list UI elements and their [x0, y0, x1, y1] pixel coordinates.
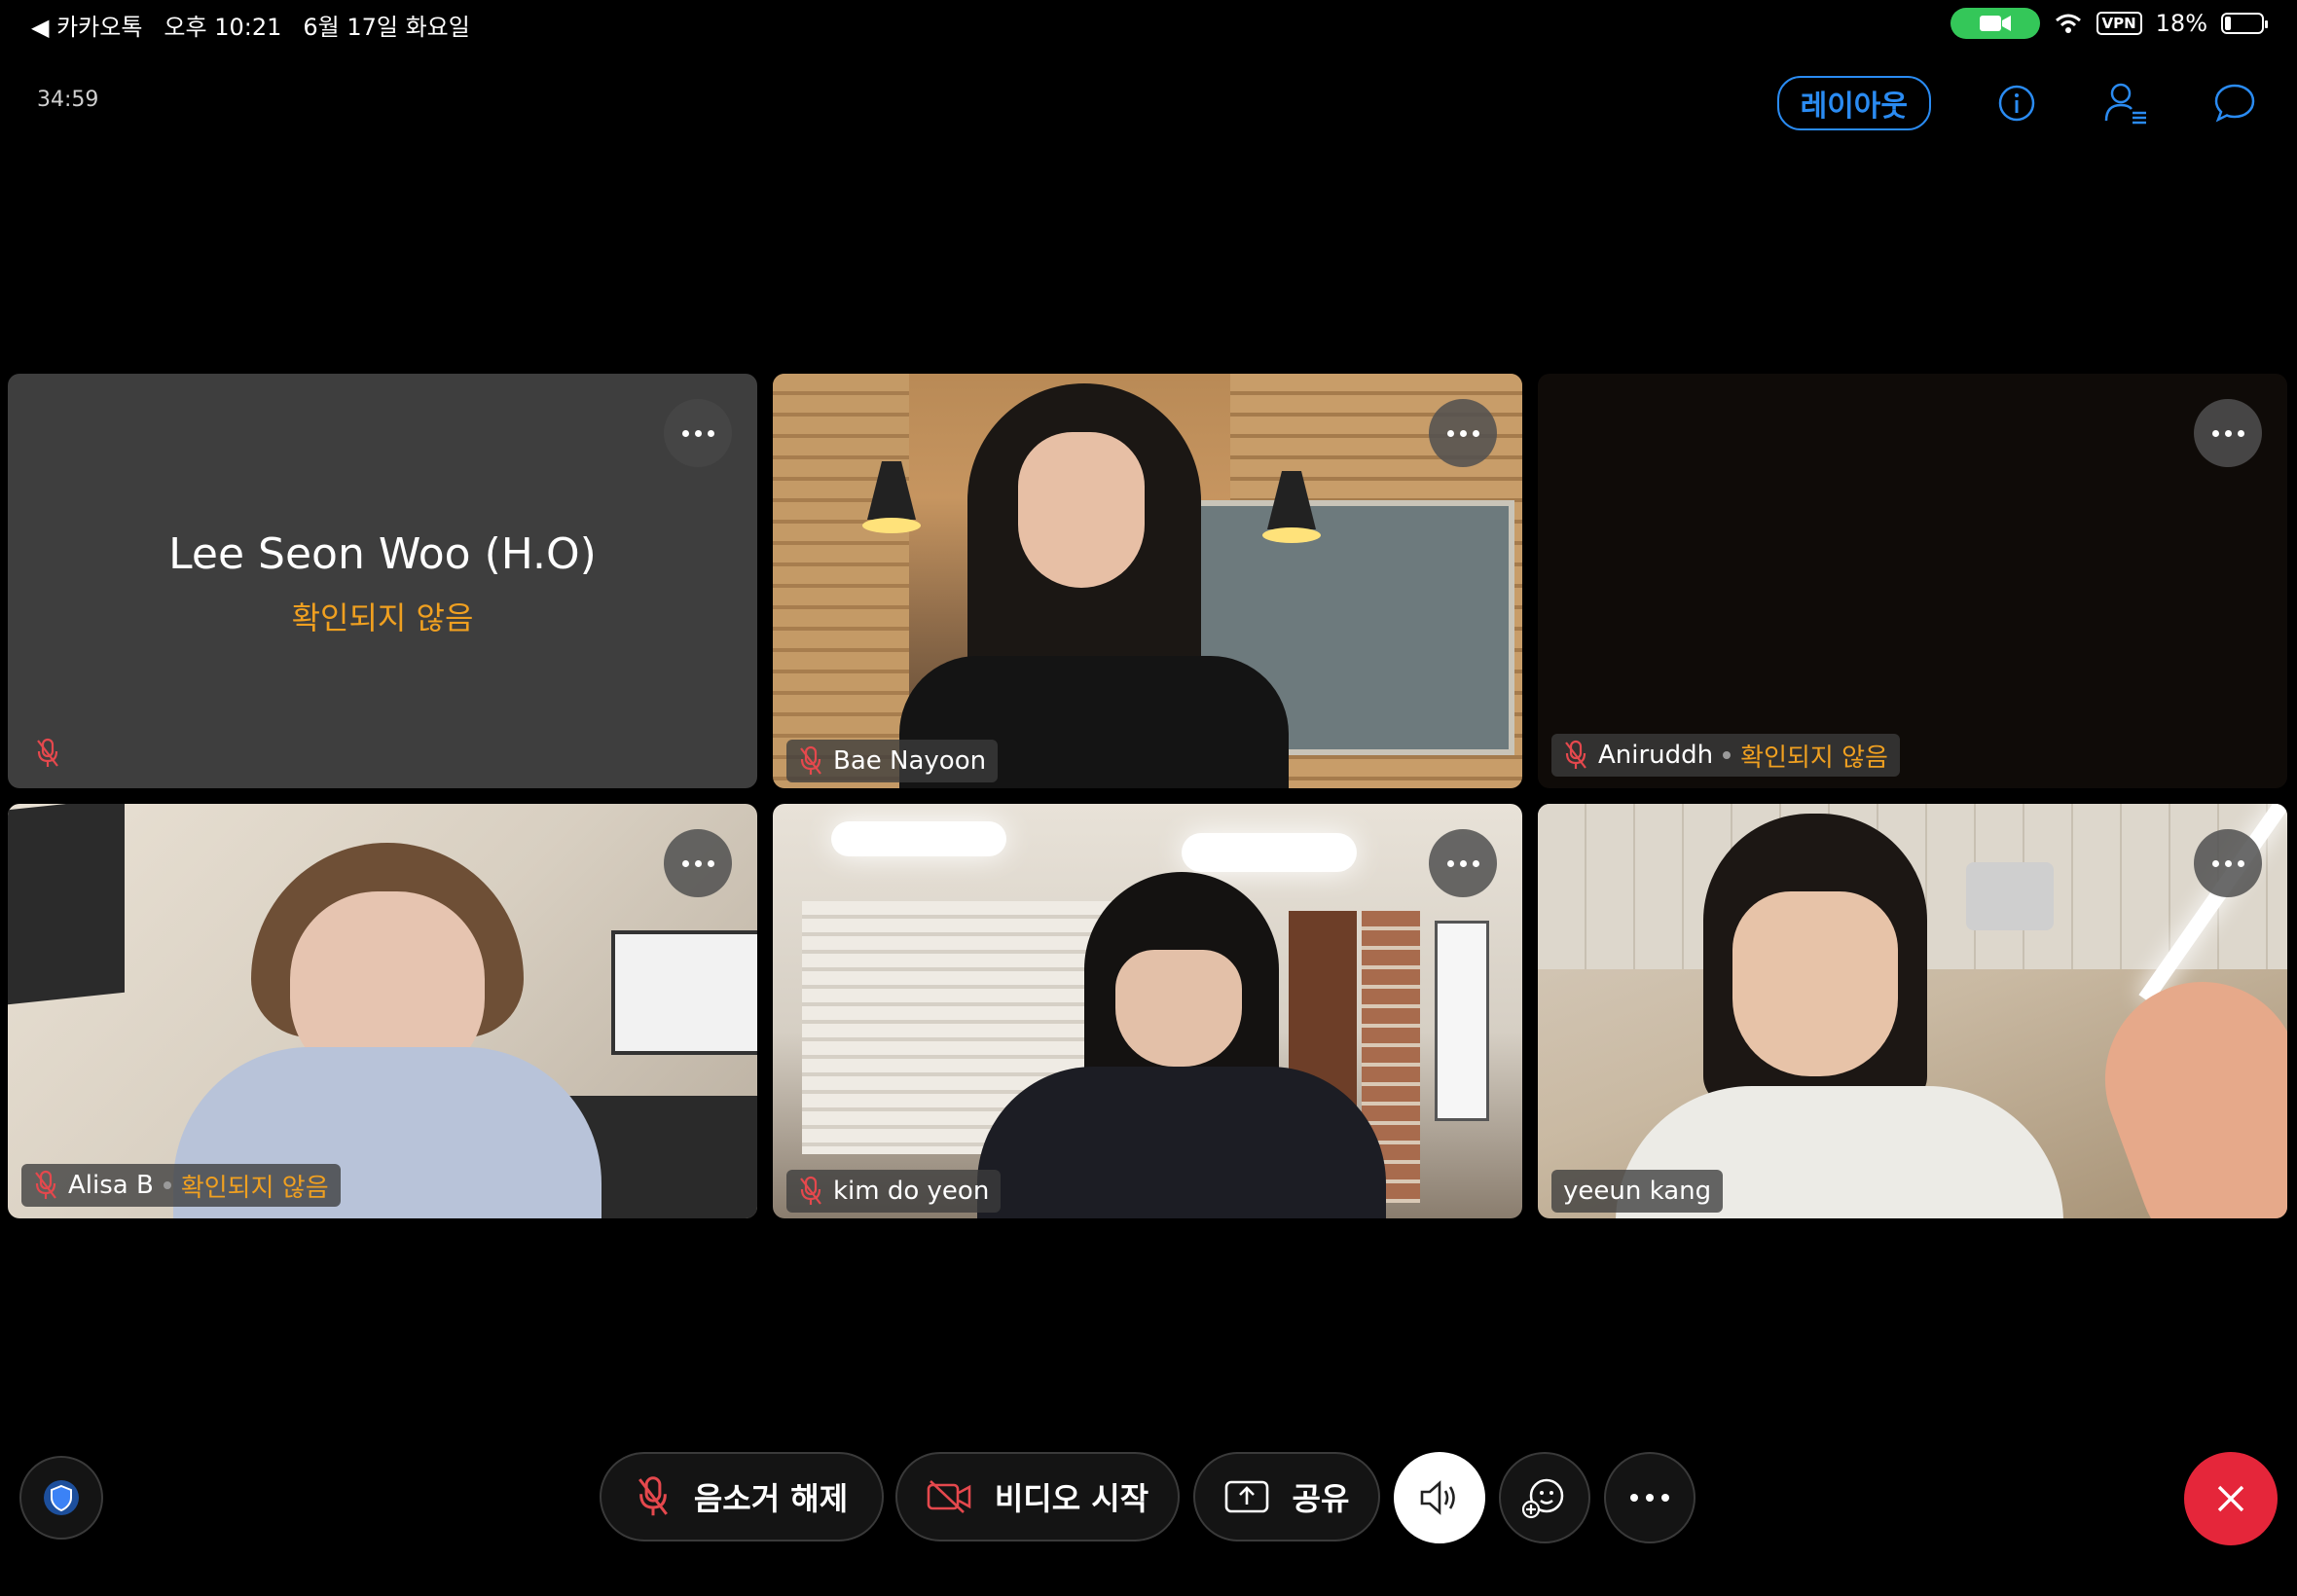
shield-icon	[44, 1480, 79, 1515]
info-button[interactable]	[1993, 80, 2040, 127]
tile-more-button[interactable]	[664, 829, 732, 897]
speaker-icon	[1420, 1480, 1455, 1515]
participant-tile[interactable]: Lee Seon Woo (H.O) 확인되지 않음	[8, 374, 757, 788]
status-date: 6월 17일 화요일	[303, 14, 470, 41]
status-time: 오후 10:21	[164, 14, 282, 41]
mic-off-icon	[1565, 740, 1586, 769]
participant-tile[interactable]: yeeun kang	[1538, 804, 2287, 1218]
battery-icon	[2221, 13, 2268, 34]
security-button[interactable]	[19, 1456, 103, 1540]
participant-name: yeeun kang	[1563, 1177, 1712, 1206]
share-label: 공유	[1292, 1480, 1350, 1517]
battery-percent: 18%	[2155, 10, 2207, 37]
participant-name: Bae Nayoon	[833, 746, 987, 776]
tile-more-button[interactable]	[664, 399, 732, 467]
video-off-icon	[927, 1480, 971, 1513]
participant-name-tag: yeeun kang	[1551, 1170, 1724, 1213]
reactions-button[interactable]	[1499, 1452, 1590, 1543]
camera-in-use-indicator[interactable]	[1950, 8, 2040, 39]
video-feed	[1538, 804, 2287, 1218]
participant-name-large: Lee Seon Woo (H.O)	[168, 529, 597, 579]
more-icon	[2211, 859, 2244, 867]
wifi-icon	[2055, 14, 2081, 33]
unmute-button[interactable]: 음소거 해제	[600, 1452, 884, 1542]
share-button[interactable]: 공유	[1193, 1452, 1380, 1542]
video-feed	[773, 374, 1522, 788]
end-call-button[interactable]	[2184, 1452, 2278, 1545]
info-icon	[1998, 85, 2035, 122]
participant-name: kim do yeon	[833, 1177, 990, 1206]
mic-off-icon	[800, 1176, 821, 1205]
tile-more-button[interactable]	[2194, 399, 2262, 467]
participant-tile[interactable]: kim do yeon	[773, 804, 1522, 1218]
participant-name: Alisa B	[68, 1171, 154, 1200]
mic-off-icon	[800, 745, 821, 775]
separator-dot	[163, 1181, 171, 1189]
participant-name-tag: Bae Nayoon	[786, 740, 999, 782]
vpn-indicator: VPN	[2096, 12, 2142, 35]
participant-name: Aniruddh	[1598, 741, 1714, 770]
tile-more-button[interactable]	[2194, 829, 2262, 897]
header-actions: 레이아웃	[1776, 76, 2258, 130]
more-icon	[681, 429, 714, 437]
more-icon	[1446, 429, 1479, 437]
verification-status: 확인되지 않음	[180, 1173, 329, 1203]
verification-status: 확인되지 않음	[291, 599, 474, 636]
video-feed	[8, 804, 757, 1218]
separator-dot	[1723, 751, 1732, 759]
start-video-button[interactable]: 비디오 시작	[895, 1452, 1180, 1542]
unmute-label: 음소거 해제	[693, 1480, 849, 1517]
video-feed	[773, 804, 1522, 1218]
mic-off-icon	[35, 1170, 56, 1199]
start-video-label: 비디오 시작	[994, 1480, 1149, 1517]
speaker-button[interactable]	[1394, 1452, 1485, 1543]
participant-tile[interactable]: Bae Nayoon	[773, 374, 1522, 788]
more-options-button[interactable]	[1604, 1452, 1695, 1543]
more-icon	[681, 859, 714, 867]
status-bar: ◀ 카카오톡 오후 10:21 6월 17일 화요일 VPN 18%	[0, 0, 2297, 45]
participant-name-tag: kim do yeon	[786, 1170, 1002, 1213]
tile-more-button[interactable]	[1429, 829, 1497, 897]
close-icon	[2217, 1485, 2244, 1512]
share-icon	[1224, 1480, 1268, 1513]
meeting-timer: 34:59	[37, 88, 99, 112]
more-icon	[1630, 1494, 1669, 1502]
layout-button[interactable]: 레이아웃	[1776, 76, 1931, 130]
mic-off-icon	[35, 738, 60, 773]
more-icon	[1446, 859, 1479, 867]
participant-tile[interactable]: Aniruddh 확인되지 않음	[1538, 374, 2287, 788]
camera-icon	[1979, 16, 2011, 31]
tile-more-button[interactable]	[1429, 399, 1497, 467]
participant-tile[interactable]: Alisa B 확인되지 않음	[8, 804, 757, 1218]
chat-button[interactable]	[2211, 80, 2258, 127]
reaction-icon	[1522, 1478, 1564, 1519]
back-to-app-link[interactable]: ◀ 카카오톡	[31, 8, 142, 42]
verification-status: 확인되지 않음	[1740, 743, 1888, 773]
participants-icon	[2104, 83, 2146, 125]
mic-off-icon	[638, 1476, 668, 1516]
participants-button[interactable]	[2102, 80, 2149, 127]
participant-name-tag: Alisa B 확인되지 않음	[21, 1164, 341, 1207]
more-icon	[2211, 429, 2244, 437]
participant-name-tag: Aniruddh 확인되지 않음	[1551, 734, 1900, 777]
chat-icon	[2214, 84, 2255, 123]
